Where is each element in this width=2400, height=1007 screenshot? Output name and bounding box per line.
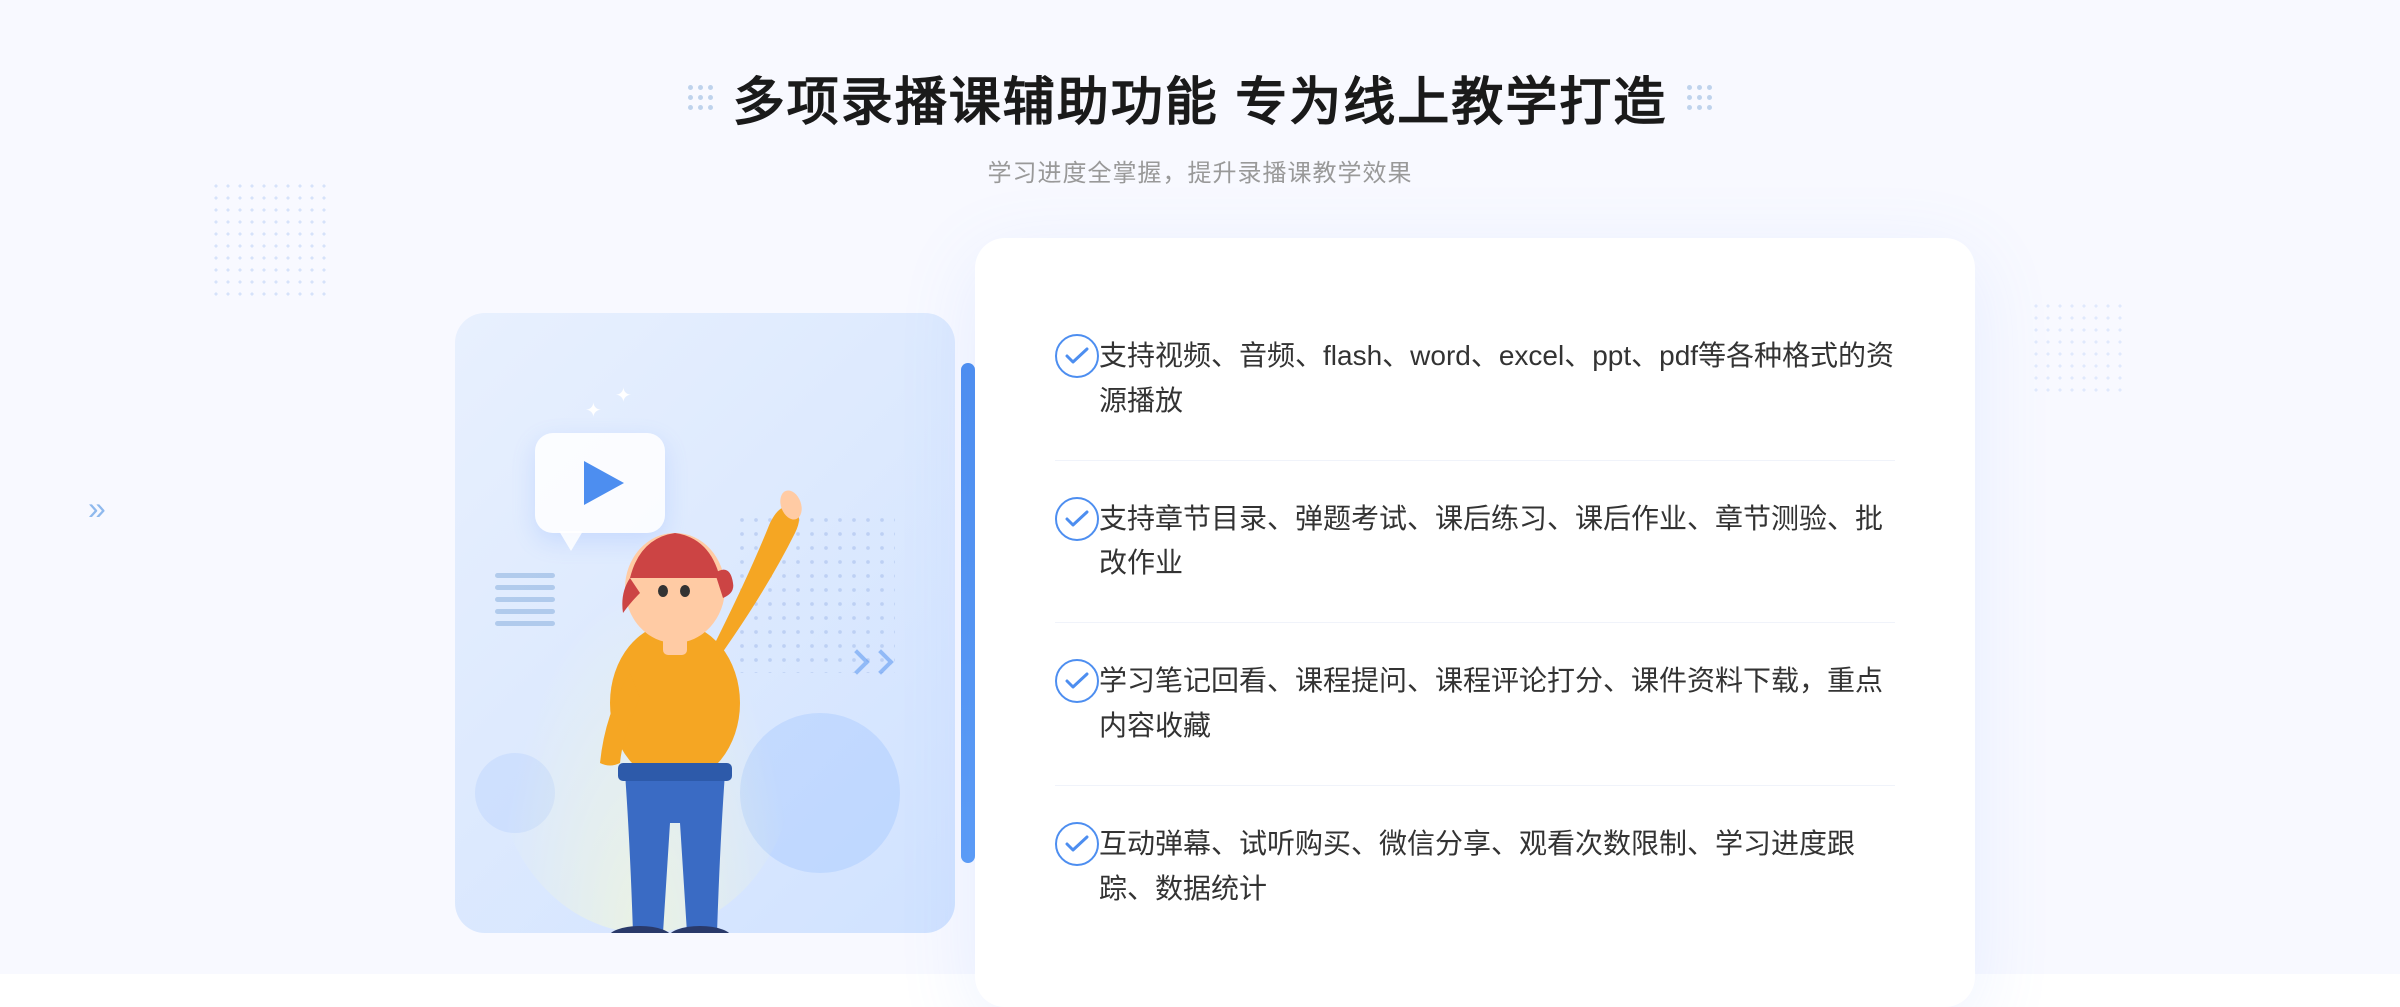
right-dots-decoration bbox=[1687, 85, 1712, 110]
bg-dots-left bbox=[210, 180, 330, 300]
feature-item-3: 学习笔记回看、课程提问、课程评论打分、课件资料下载，重点内容收藏 bbox=[1055, 623, 1895, 786]
title-wrapper: 多项录播课辅助功能 专为线上教学打造 bbox=[688, 60, 1712, 135]
feature-item-2: 支持章节目录、弹题考试、课后练习、课后作业、章节测验、批改作业 bbox=[1055, 461, 1895, 624]
feature-text-3: 学习笔记回看、课程提问、课程评论打分、课件资料下载，重点内容收藏 bbox=[1099, 659, 1895, 749]
page-subtitle: 学习进度全掌握，提升录播课教学效果 bbox=[688, 153, 1712, 188]
bg-dots-right bbox=[2030, 300, 2130, 400]
page-container: » 多项录播课辅助功能 专为线上教学打造 学习进度全掌握，提升录播课教学效果 ✦ bbox=[0, 0, 2400, 974]
chevron-2 bbox=[868, 649, 893, 674]
check-icon-2 bbox=[1055, 497, 1099, 541]
features-card: 支持视频、音频、flash、word、excel、ppt、pdf等各种格式的资源… bbox=[975, 238, 1975, 1007]
page-title: 多项录播课辅助功能 专为线上教学打造 bbox=[733, 60, 1667, 135]
feature-item-1: 支持视频、音频、flash、word、excel、ppt、pdf等各种格式的资源… bbox=[1055, 298, 1895, 461]
main-content: ✦ ✦ bbox=[400, 238, 2000, 1007]
left-dots-decoration bbox=[688, 85, 713, 110]
checkmark-svg-3 bbox=[1065, 672, 1089, 690]
checkmark-svg-2 bbox=[1065, 510, 1089, 528]
check-icon-4 bbox=[1055, 822, 1099, 866]
person-illustration bbox=[485, 393, 865, 933]
checkmark-svg-4 bbox=[1065, 835, 1089, 853]
feature-text-4: 互动弹幕、试听购买、微信分享、观看次数限制、学习进度跟踪、数据统计 bbox=[1099, 822, 1895, 912]
check-icon-3 bbox=[1055, 659, 1099, 703]
feature-text-2: 支持章节目录、弹题考试、课后练习、课后作业、章节测验、批改作业 bbox=[1099, 497, 1895, 587]
feature-item-4: 互动弹幕、试听购买、微信分享、观看次数限制、学习进度跟踪、数据统计 bbox=[1055, 786, 1895, 948]
illustration-background: ✦ ✦ bbox=[455, 313, 955, 933]
feature-text-1: 支持视频、音频、flash、word、excel、ppt、pdf等各种格式的资源… bbox=[1099, 334, 1895, 424]
accent-bar bbox=[961, 363, 975, 863]
check-icon-1 bbox=[1055, 334, 1099, 378]
checkmark-svg-1 bbox=[1065, 347, 1089, 365]
illustration-wrapper: ✦ ✦ bbox=[425, 283, 1005, 963]
header-section: 多项录播课辅助功能 专为线上教学打造 学习进度全掌握，提升录播课教学效果 bbox=[688, 0, 1712, 188]
arrow-left-decoration: » bbox=[88, 490, 106, 527]
